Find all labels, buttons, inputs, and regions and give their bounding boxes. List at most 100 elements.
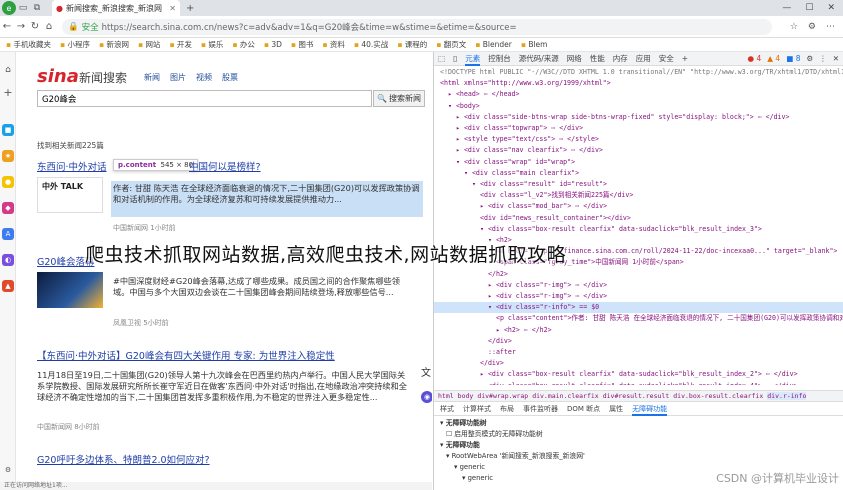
bookmark-item[interactable]: ▪ 办公 [232, 39, 254, 50]
dom-node-line[interactable]: ▸ <div class="mod_bar"> ⋯ </div> [434, 201, 843, 212]
maximize-icon[interactable]: ☐ [805, 3, 813, 13]
app-icon[interactable]: ◆ [2, 202, 14, 214]
tab-sources[interactable]: 源代码/来源 [519, 53, 559, 64]
minimize-icon[interactable]: — [782, 3, 791, 13]
more-icon[interactable]: ⋮ [819, 54, 827, 63]
dom-node-line[interactable]: ▾ <div class="main clearfix"> [434, 168, 843, 179]
dom-node-line[interactable]: </div> [434, 336, 843, 347]
settings-icon[interactable]: ⚙ [2, 464, 14, 476]
dom-tree[interactable]: <!DOCTYPE html PUBLIC "-//W3C//DTD XHTML… [434, 67, 843, 385]
result-title-tail[interactable]: 中国何以是榜样? [189, 159, 261, 173]
breadcrumb-item[interactable]: div#result.result [603, 392, 670, 400]
bookmark-item[interactable]: ▪ 手机收藏夹 [6, 39, 51, 50]
app-icon[interactable]: A [2, 228, 14, 240]
dom-node-line[interactable]: ▾ <div class="box-result clearfix" data-… [434, 224, 843, 235]
app-icon[interactable]: ◐ [2, 254, 14, 266]
bookmark-item[interactable]: ▪ Blem [521, 40, 548, 49]
dom-node-line[interactable]: ▸ <head> ⋯ </head> [434, 89, 843, 100]
subtab[interactable]: 无障碍功能 [632, 403, 668, 416]
dom-node-line[interactable]: ▸ <div class="nav clearfix"> ⋯ </div> [434, 145, 843, 156]
assistant-icon[interactable]: ◉ [421, 391, 432, 403]
close-devtools-icon[interactable]: ✕ [833, 54, 839, 63]
dom-node-line[interactable]: ▸ <style type="text/css"> ⋯ </style> [434, 134, 843, 145]
bookmark-item[interactable]: ▪ 3D [264, 40, 282, 49]
result-thumbnail[interactable]: 中外 TALK [37, 177, 103, 213]
bookmark-item[interactable]: ▪ Blender [475, 40, 512, 49]
inspect-icon[interactable]: ⬚ [438, 54, 445, 63]
dom-node-line[interactable]: <!DOCTYPE html PUBLIC "-//W3C//DTD XHTML… [434, 67, 843, 78]
collections-icon[interactable]: ⧉ [30, 3, 44, 13]
device-icon[interactable]: ▯ [453, 54, 457, 63]
bookmark-item[interactable]: ▪ 娱乐 [201, 39, 223, 50]
result-title[interactable]: 东西问·中外对话 [37, 159, 107, 173]
close-tab-icon[interactable]: ✕ [169, 4, 176, 13]
bookmark-item[interactable]: ▪ 网站 [138, 39, 160, 50]
subtab[interactable]: 样式 [440, 404, 454, 414]
dom-node-line[interactable]: ▾ <div class="result" id="result"> [434, 179, 843, 190]
tab-security[interactable]: 安全 [659, 53, 674, 64]
dom-node-line[interactable]: ▸ <div class="box-result clearfix" data-… [434, 369, 843, 380]
browser-tab[interactable]: ● 新闻搜索_新浪搜索_新浪网 ✕ [52, 0, 180, 16]
a11y-tree-heading[interactable]: ▾ 无障碍功能树 [440, 418, 843, 429]
subtab[interactable]: 属性 [609, 404, 623, 414]
dom-node-line[interactable]: <div id="news_result_container"></div> [434, 213, 843, 224]
settings-icon[interactable]: ⚙ [806, 54, 813, 63]
info-badge[interactable]: ■ 8 [786, 54, 800, 63]
dom-node-line[interactable]: ▾ <div class="r-info"> == $0 [434, 302, 843, 314]
url-field[interactable]: 🔒 安全 https://search.sina.com.cn/news?c=a… [62, 18, 772, 35]
bookmark-item[interactable]: ▪ 开发 [169, 39, 191, 50]
bookmark-item[interactable]: ▪ 资料 [322, 39, 344, 50]
nav-video[interactable]: 视频 [196, 72, 212, 83]
bookmark-item[interactable]: ▪ 40.实战 [354, 39, 388, 50]
tab-memory[interactable]: 内存 [613, 53, 628, 64]
dom-node-line[interactable]: ▸ <h2> ⋯ </h2> [434, 325, 843, 336]
dom-node-line[interactable]: </div> [434, 358, 843, 369]
tab-application[interactable]: 应用 [636, 53, 651, 64]
subtab[interactable]: 计算样式 [463, 404, 491, 414]
tab-console[interactable]: 控制台 [488, 53, 511, 64]
extensions-icon[interactable]: ⚙ [808, 22, 816, 32]
breadcrumb-item[interactable]: div.main.clearfix [532, 392, 599, 400]
a11y-root-node[interactable]: ▾ RootWebArea '新闻搜索_新浪搜索_新浪网' [440, 451, 843, 462]
favorite-star-icon[interactable]: ☆ [790, 22, 798, 32]
new-tab-icon[interactable]: + [186, 3, 194, 14]
bookmark-item[interactable]: ▪ 课程的 [397, 39, 427, 50]
search-input[interactable] [37, 90, 372, 107]
refresh-icon[interactable]: ↻ [28, 21, 42, 32]
nav-news[interactable]: 新闻 [144, 72, 160, 83]
tab-list-icon[interactable]: ▭ [16, 3, 30, 13]
dom-node-line[interactable]: ▸ <div class="box-result clearfix" data-… [434, 381, 843, 385]
dom-node-line[interactable]: <p class="content">作者: 甘甜 陈天浩 在全球经济面临衰退的… [434, 313, 843, 324]
result-title[interactable]: 【东西问·中外对话】G20峰会有四大关键作用 专家: 为世界注入稳定性 [37, 348, 335, 362]
a11y-full-page-checkbox[interactable]: ☐ 启用整页模式的无障碍功能树 [440, 429, 843, 440]
nav-stocks[interactable]: 股票 [222, 72, 238, 83]
sina-logo[interactable]: sina [37, 66, 79, 87]
dom-node-line[interactable]: ▸ <div class="topwrap"> ⋯ </div> [434, 123, 843, 134]
dom-node-line[interactable]: ▾ <body> [434, 101, 843, 112]
dom-node-line[interactable]: </h2> [434, 269, 843, 280]
subtab[interactable]: 布局 [500, 404, 514, 414]
dom-node-line[interactable]: ▸ <div class="side-btns-wrap side-btns-w… [434, 112, 843, 123]
a11y-heading[interactable]: ▾ 无障碍功能 [440, 440, 843, 451]
search-button[interactable]: 🔍 搜索新闻 [373, 90, 425, 107]
bookmark-item[interactable]: ▪ 小程序 [60, 39, 90, 50]
tab-network[interactable]: 网络 [567, 53, 582, 64]
breadcrumb-item[interactable]: html [438, 392, 454, 400]
dom-node-line[interactable]: ▾ <div class="wrap" id="wrap"> [434, 157, 843, 168]
close-window-icon[interactable]: ✕ [827, 3, 835, 13]
home-icon[interactable]: ⌂ [2, 64, 14, 76]
forward-icon[interactable]: → [14, 21, 28, 32]
breadcrumb-item[interactable]: div.box-result.clearfix [673, 392, 763, 400]
dom-node-line[interactable]: ▸ <div class="r-img"> ⋯ </div> [434, 280, 843, 291]
nav-images[interactable]: 图片 [170, 72, 186, 83]
dom-node-line[interactable]: <html xmlns="http://www.w3.org/1999/xhtm… [434, 78, 843, 89]
error-badge[interactable]: ● 4 [748, 54, 762, 63]
translate-icon[interactable]: 文 [421, 364, 432, 379]
result-thumbnail[interactable] [37, 272, 103, 308]
bookmark-item[interactable]: ▪ 图书 [291, 39, 313, 50]
warning-badge[interactable]: ▲ 4 [767, 54, 780, 63]
browser-logo-icon[interactable]: e [2, 1, 16, 15]
add-icon[interactable]: + [2, 86, 14, 99]
app-icon[interactable]: ● [2, 176, 14, 188]
dom-node-line[interactable]: ▸ <div class="r-img"> ⋯ </div> [434, 291, 843, 302]
